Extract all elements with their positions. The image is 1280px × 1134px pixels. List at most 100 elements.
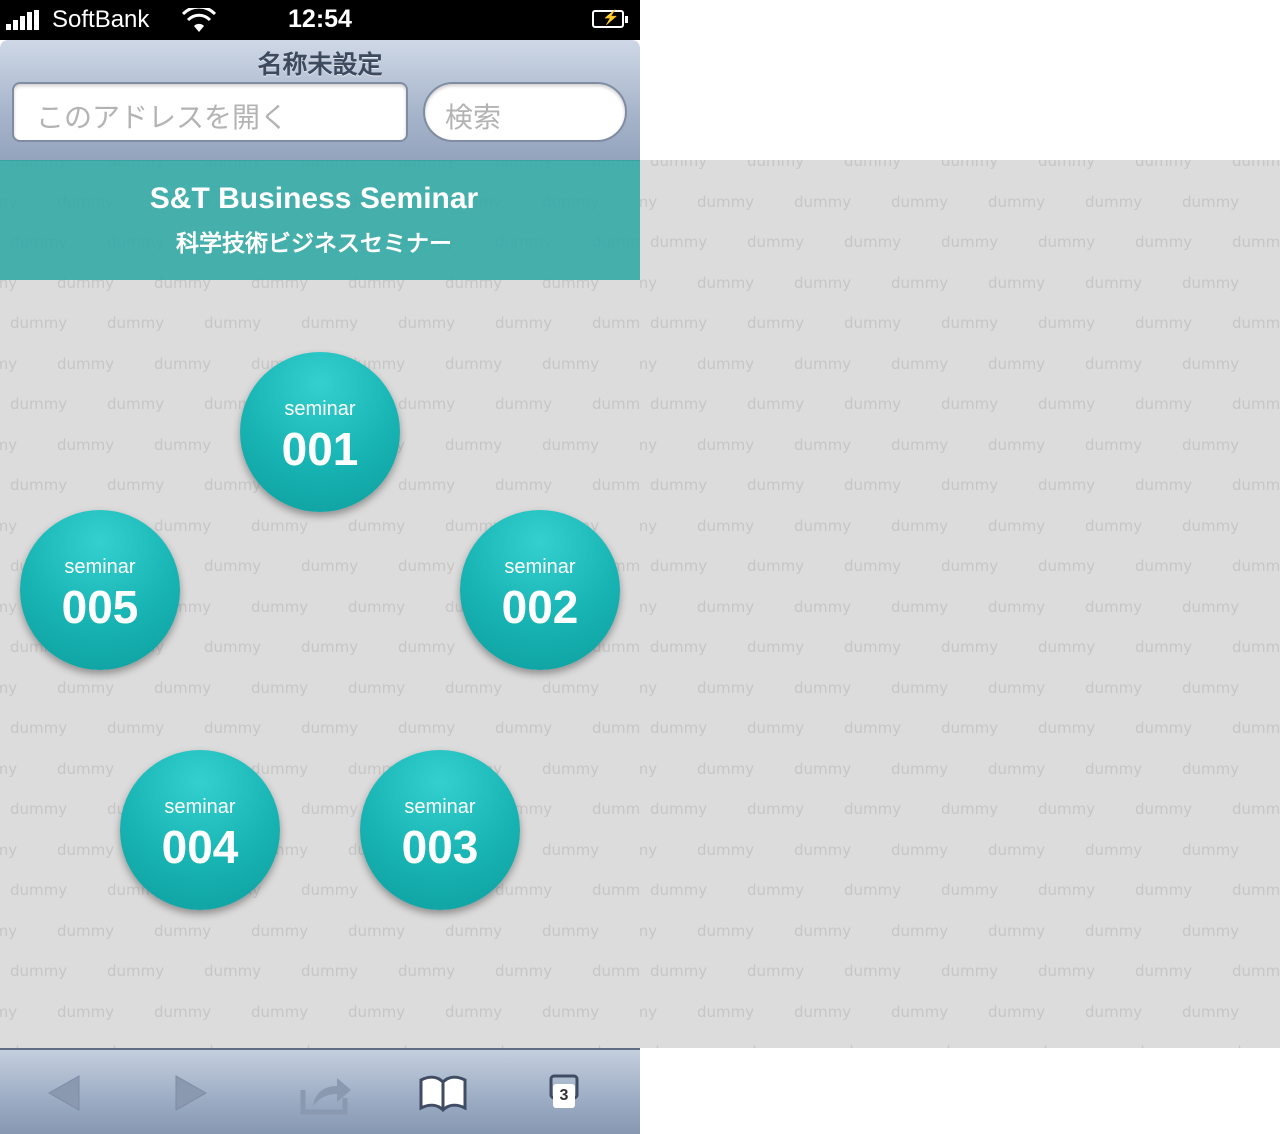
pattern-word: dummy	[941, 314, 999, 332]
seminar-005-button[interactable]: seminar 005	[20, 510, 180, 670]
pattern-word: dummy	[640, 840, 658, 859]
pattern-word: dummy	[0, 921, 18, 940]
pattern-word: dummy	[592, 476, 640, 494]
pattern-word: dummy	[747, 962, 805, 980]
pattern-word: dummy	[445, 921, 503, 940]
seminar-001-button[interactable]: seminar 001	[240, 352, 400, 512]
pattern-word: dummy	[10, 719, 68, 737]
pattern-word: dummy	[398, 557, 456, 575]
seminar-label: seminar	[504, 556, 576, 578]
pattern-word: dummy	[495, 719, 553, 737]
pattern-word: dummy	[107, 476, 165, 494]
back-arrow-icon	[47, 1075, 80, 1111]
pattern-word: dummy	[988, 759, 1046, 778]
pattern-word: dummy	[1038, 881, 1096, 899]
site-header-banner: S&T Business Seminar 科学技術ビジネスセミナー	[0, 160, 640, 280]
pattern-word: dummy	[57, 1002, 115, 1021]
pattern-word: dummy	[844, 800, 902, 818]
pattern-word: dummy	[57, 759, 115, 778]
pattern-word: dummy	[844, 881, 902, 899]
pattern-word: dummy	[988, 921, 1046, 940]
pattern-word: dummy	[891, 516, 949, 535]
pattern-word: dummy	[639, 517, 640, 535]
pattern-word: dummy	[592, 314, 640, 332]
pattern-word: dummy	[445, 354, 503, 373]
seminar-004-button[interactable]: seminar 004	[120, 750, 280, 910]
pattern-word: dummy	[1182, 840, 1240, 859]
pattern-word: dummy	[57, 678, 115, 697]
back-button[interactable]	[25, 1068, 105, 1118]
pattern-word: dummy	[398, 962, 456, 980]
pattern-word: dummy	[891, 273, 949, 292]
site-subtitle: 科学技術ビジネスセミナー	[176, 231, 452, 257]
pattern-word: dummy	[650, 800, 708, 818]
pattern-word: dummy	[1135, 881, 1193, 899]
pattern-word: dummy	[844, 160, 902, 170]
pattern-word: dummy	[1085, 192, 1143, 211]
pattern-word: dummy	[891, 921, 949, 940]
seminar-label: seminar	[404, 796, 476, 818]
search-field[interactable]: 検索	[423, 82, 627, 142]
pattern-word: dummy	[398, 314, 456, 332]
pattern-word: dummy	[1182, 678, 1240, 697]
pattern-word: dummy	[301, 881, 359, 899]
pattern-word: dummy	[1232, 476, 1280, 494]
pattern-word: dummy	[697, 759, 755, 778]
forward-button[interactable]	[150, 1068, 230, 1118]
pattern-word: dummy	[1085, 840, 1143, 859]
pattern-word: dummy	[57, 840, 115, 859]
pattern-word: dummy	[57, 354, 115, 373]
pattern-word: dummy	[794, 354, 852, 373]
share-button[interactable]	[283, 1068, 363, 1118]
pattern-word: dummy	[640, 921, 658, 940]
pattern-word: dummy	[204, 719, 262, 737]
pattern-word: dummy	[988, 273, 1046, 292]
address-placeholder: このアドレスを開く	[36, 101, 289, 134]
pattern-word: dummy	[639, 922, 640, 940]
address-field[interactable]: このアドレスを開く	[12, 82, 408, 142]
pattern-word: dummy	[1182, 759, 1240, 778]
seminar-number: 005	[61, 581, 139, 633]
pattern-word: dummy	[747, 719, 805, 737]
pattern-word: dummy	[1182, 273, 1240, 292]
pattern-word: dummy	[204, 557, 262, 575]
pattern-word: dummy	[301, 962, 359, 980]
bookmarks-button[interactable]	[403, 1068, 483, 1118]
pattern-word: dummy	[1135, 314, 1193, 332]
pattern-word: dummy	[1135, 160, 1193, 170]
forward-arrow-icon	[175, 1075, 208, 1111]
pattern-word: dummy	[1135, 962, 1193, 980]
pattern-word: dummy	[650, 314, 708, 332]
pattern-word: dummy	[650, 1043, 707, 1048]
pattern-word: dummy	[204, 314, 262, 332]
pattern-word: dummy	[1038, 962, 1096, 980]
pattern-word: dummy	[1038, 800, 1096, 818]
pattern-word: dummy	[988, 840, 1046, 859]
pattern-word: dummy	[650, 962, 708, 980]
pattern-word: dummy	[941, 160, 999, 170]
pattern-word: dummy	[0, 516, 18, 535]
pattern-word: dummy	[1135, 1043, 1192, 1048]
pattern-word: dummy	[844, 314, 902, 332]
pattern-word: dummy	[1085, 516, 1143, 535]
pattern-word: dummy	[204, 638, 262, 656]
pattern-word: dummy	[154, 678, 212, 697]
pattern-word: dummy	[1135, 395, 1193, 413]
seminar-002-button[interactable]: seminar 002	[460, 510, 620, 670]
pattern-word: dummy	[650, 160, 708, 170]
status-bar: SoftBank 12:54 ⚡	[0, 0, 640, 40]
pattern-word: dummy	[1232, 962, 1280, 980]
pattern-word: dummy	[154, 354, 212, 373]
pattern-word: dummy	[640, 1002, 658, 1021]
pattern-word: dummy	[697, 192, 755, 211]
pattern-word: dummy	[794, 597, 852, 616]
pattern-word: dummy	[1085, 1002, 1143, 1021]
pattern-word: dummy	[1182, 354, 1240, 373]
pattern-word: dummy	[542, 840, 600, 859]
pattern-word: dummy	[1038, 638, 1096, 656]
pattern-word: dummy	[747, 314, 805, 332]
seminar-003-button[interactable]: seminar 003	[360, 750, 520, 910]
dummy-pattern-panel: dummy dummy dummy dummy dummy dummy dummy dummy…	[640, 160, 1280, 1048]
pattern-word: dummy	[398, 719, 456, 737]
tabs-button[interactable]: 3	[533, 1068, 613, 1118]
